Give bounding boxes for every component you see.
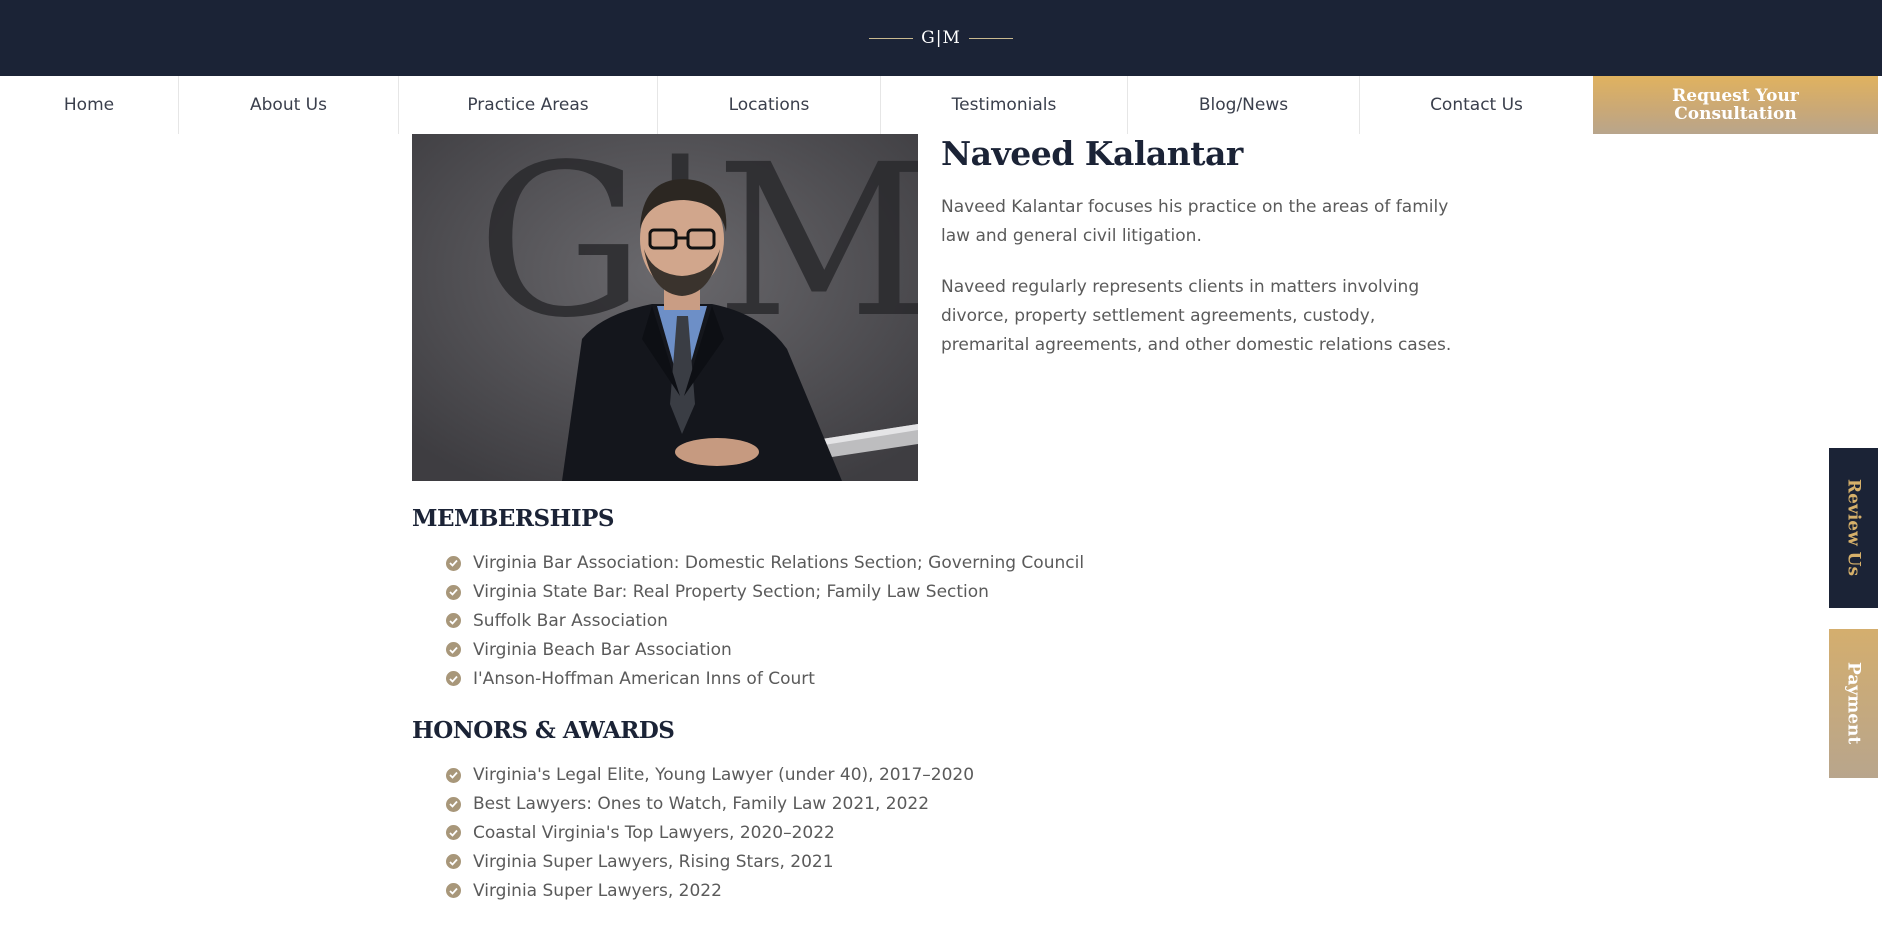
- check-circle-icon: [446, 555, 461, 571]
- list-item: Best Lawyers: Ones to Watch, Family Law …: [446, 790, 974, 819]
- attorney-photo: G|M: [412, 134, 918, 481]
- list-item: Virginia State Bar: Real Property Sectio…: [446, 578, 1084, 607]
- check-circle-icon: [446, 854, 461, 870]
- membership-text: Virginia Beach Bar Association: [473, 639, 732, 660]
- honors-heading: HONORS & AWARDS: [412, 717, 675, 744]
- membership-text: Virginia State Bar: Real Property Sectio…: [473, 582, 989, 603]
- check-circle-icon: [446, 796, 461, 812]
- list-item: Virginia Super Lawyers, Rising Stars, 20…: [446, 847, 974, 876]
- honor-text: Virginia Super Lawyers, 2022: [473, 880, 722, 901]
- nav-item-about-us[interactable]: About Us: [179, 76, 399, 134]
- check-circle-icon: [446, 825, 461, 841]
- site-logo[interactable]: G|M: [869, 28, 1013, 48]
- check-circle-icon: [446, 642, 461, 658]
- nav-item-testimonials[interactable]: Testimonials: [881, 76, 1128, 134]
- honor-text: Best Lawyers: Ones to Watch, Family Law …: [473, 794, 930, 815]
- bio-paragraph-1: Naveed Kalantar focuses his practice on …: [941, 197, 1449, 246]
- payment-tab[interactable]: Payment: [1829, 629, 1878, 778]
- main-nav: Home About Us Practice Areas Locations T…: [0, 76, 1882, 134]
- honor-text: Virginia's Legal Elite, Young Lawyer (un…: [473, 765, 975, 786]
- logo-text: G|M: [921, 28, 961, 48]
- membership-text: Virginia Bar Association: Domestic Relat…: [473, 553, 1085, 574]
- check-circle-icon: [446, 671, 461, 687]
- page: G|M Home About Us Practice Areas Locatio…: [0, 0, 1882, 937]
- honor-text: Coastal Virginia's Top Lawyers, 2020–202…: [473, 822, 835, 843]
- check-circle-icon: [446, 613, 461, 629]
- list-item: Virginia Super Lawyers, 2022: [446, 876, 974, 905]
- check-circle-icon: [446, 767, 461, 783]
- list-item: Virginia's Legal Elite, Young Lawyer (un…: [446, 761, 974, 790]
- memberships-list: Virginia Bar Association: Domestic Relat…: [446, 549, 1084, 693]
- check-circle-icon: [446, 584, 461, 600]
- list-item: Virginia Bar Association: Domestic Relat…: [446, 549, 1084, 578]
- bio-paragraph-2: Naveed regularly represents clients in m…: [941, 277, 1452, 355]
- list-item: Suffolk Bar Association: [446, 607, 1084, 636]
- list-item: I'Anson-Hoffman American Inns of Court: [446, 664, 1084, 693]
- honor-text: Virginia Super Lawyers, Rising Stars, 20…: [473, 851, 834, 872]
- logo-left-rule: [869, 37, 914, 39]
- nav-item-contact-us[interactable]: Contact Us: [1360, 76, 1593, 134]
- memberships-heading: MEMBERSHIPS: [412, 505, 615, 532]
- site-header: G|M: [0, 0, 1882, 76]
- logo-right-rule: [968, 37, 1013, 39]
- honors-list: Virginia's Legal Elite, Young Lawyer (un…: [446, 761, 974, 905]
- nav-item-locations[interactable]: Locations: [658, 76, 881, 134]
- review-us-tab[interactable]: Review Us: [1829, 448, 1878, 608]
- list-item: Virginia Beach Bar Association: [446, 635, 1084, 664]
- list-item: Coastal Virginia's Top Lawyers, 2020–202…: [446, 819, 974, 848]
- check-circle-icon: [446, 883, 461, 899]
- nav-item-blog-news[interactable]: Blog/News: [1128, 76, 1360, 134]
- membership-text: Suffolk Bar Association: [473, 610, 668, 631]
- membership-text: I'Anson-Hoffman American Inns of Court: [473, 668, 815, 689]
- attorney-name: Naveed Kalantar: [941, 134, 1243, 173]
- review-us-label: Review Us: [1843, 479, 1864, 577]
- payment-label: Payment: [1843, 662, 1864, 745]
- nav-item-practice-areas[interactable]: Practice Areas: [399, 76, 658, 134]
- nav-item-home[interactable]: Home: [0, 76, 179, 134]
- request-consultation-button[interactable]: Request Your Consultation: [1593, 76, 1878, 134]
